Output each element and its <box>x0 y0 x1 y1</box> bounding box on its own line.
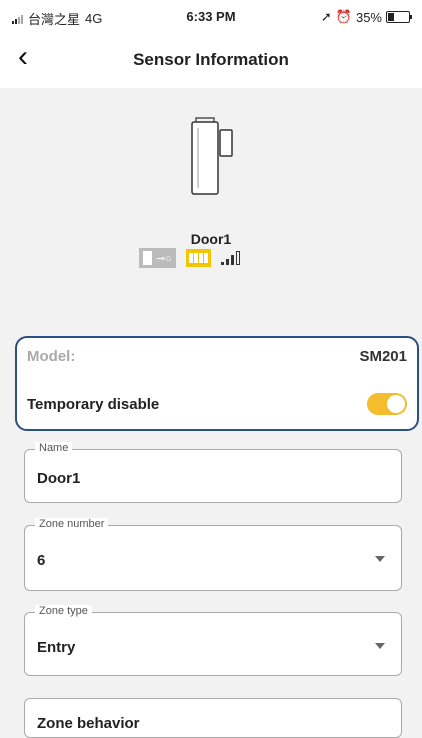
name-field-value[interactable]: Door1 <box>37 470 80 487</box>
zone-number-value: 6 <box>37 552 46 569</box>
signal-strength-icon <box>220 251 240 265</box>
dropdown-arrow-icon[interactable] <box>375 643 385 649</box>
page-title: Sensor Information <box>133 50 289 69</box>
toggle-knob <box>387 395 405 413</box>
sensor-status-row: ⊸○ <box>139 248 240 268</box>
door-sensor-icon <box>191 117 233 195</box>
battery-percent: 35% <box>355 9 382 25</box>
battery-full-icon <box>185 249 211 267</box>
zone-number-select[interactable]: Zone number 6 <box>24 518 402 591</box>
dropdown-arrow-icon[interactable] <box>375 556 385 562</box>
location-icon: ➚ <box>320 9 332 24</box>
model-row: Model: SM201 <box>27 348 407 365</box>
zone-number-label: Zone number <box>35 518 109 530</box>
temporary-disable-toggle[interactable] <box>367 393 407 415</box>
temporary-disable-row: Temporary disable <box>27 393 407 415</box>
status-bar: 台灣之星 4G 6:33 PM ➚ ⏰ 35% <box>0 0 422 30</box>
alarm-icon: ⏰ <box>335 9 352 24</box>
name-field[interactable]: Name Door1 <box>24 442 402 503</box>
temporary-disable-label: Temporary disable <box>27 395 160 413</box>
status-right: ➚ ⏰ 35% <box>320 9 412 25</box>
battery-icon <box>386 11 412 23</box>
door-status-badge: ⊸○ <box>139 248 176 268</box>
name-field-label: Name <box>35 442 73 454</box>
sensor-hero: Door1 ⊸○ <box>0 88 422 278</box>
sensor-info-card: Model: SM201 Temporary disable <box>15 336 419 431</box>
zone-type-select[interactable]: Zone type Entry <box>24 605 402 676</box>
model-value: SM201 <box>359 348 407 365</box>
key-icon: ⊸○ <box>156 252 172 265</box>
sensor-name: Door1 <box>190 231 232 247</box>
zone-type-label: Zone type <box>35 605 92 617</box>
zone-behavior-field[interactable]: Zone behavior <box>24 698 402 738</box>
zone-type-value: Entry <box>37 639 76 656</box>
door-icon <box>143 251 152 265</box>
model-label: Model: <box>27 348 76 365</box>
nav-bar: ‹ Sensor Information <box>0 30 422 88</box>
